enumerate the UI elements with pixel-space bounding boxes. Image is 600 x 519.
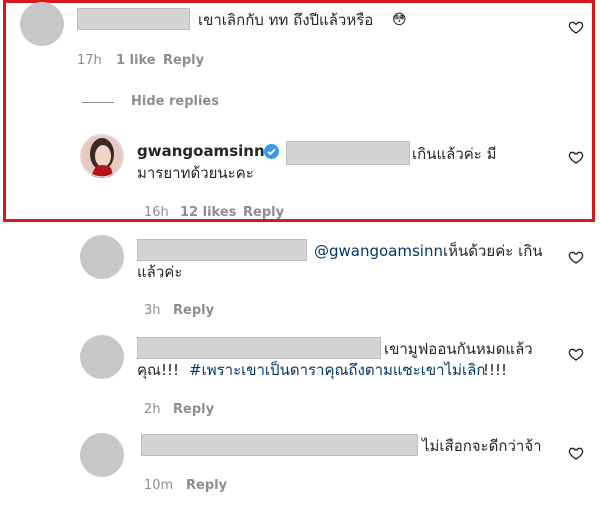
- redacted-username: [286, 141, 410, 165]
- like-count[interactable]: 1 like: [116, 53, 156, 69]
- redacted-username: [137, 239, 307, 261]
- reply-button[interactable]: Reply: [173, 402, 214, 418]
- mention-link[interactable]: @gwangoamsinn: [314, 242, 443, 260]
- heart-icon[interactable]: [568, 346, 584, 362]
- heart-icon[interactable]: [568, 445, 584, 461]
- comment-text-continued: คุณ!!!: [137, 361, 179, 379]
- avatar[interactable]: [80, 433, 124, 477]
- heart-icon[interactable]: [568, 19, 584, 35]
- comment-time: 17h: [77, 53, 102, 68]
- avatar[interactable]: [80, 335, 124, 379]
- verified-badge-icon: [264, 144, 279, 159]
- comment-text-suffix: !!!!: [483, 361, 508, 379]
- avatar[interactable]: [80, 134, 124, 178]
- reply-button[interactable]: Reply: [173, 303, 214, 319]
- avatar[interactable]: [20, 2, 64, 46]
- comment-time: 2h: [144, 402, 161, 417]
- reply-button[interactable]: Reply: [163, 53, 204, 69]
- comment-text: ไม่เสือกจะดีกว่าจ้า: [422, 437, 542, 455]
- redacted-username: [77, 8, 190, 30]
- redacted-username: [137, 337, 381, 359]
- like-count[interactable]: 12 likes: [180, 205, 236, 221]
- comment-text: เขามูฟออนกันหมดแล้ว: [384, 340, 533, 358]
- avatar[interactable]: [80, 235, 124, 279]
- hide-replies-button[interactable]: Hide replies: [131, 94, 219, 110]
- heart-icon[interactable]: [568, 249, 584, 265]
- comment-text: เขาเลิกกับ ทท ถึงปีแล้วหรือ: [198, 11, 374, 29]
- comment-text: เกินแล้วค่ะ มี: [412, 145, 497, 163]
- comment-text-continued: แล้วค่ะ: [137, 263, 183, 281]
- comment-text: เห็นด้วยค่ะ เกิน: [443, 242, 543, 260]
- highlight-box: [3, 0, 595, 222]
- reply-button[interactable]: Reply: [243, 205, 284, 221]
- hashtag-link[interactable]: #เพราะเขาเป็นดาราคุณถึงตามแซะเขาไม่เลิก: [189, 361, 485, 379]
- comment-text-continued: มารยาทด้วยนะคะ: [137, 164, 254, 182]
- comment-time: 16h: [144, 205, 169, 220]
- reply-button[interactable]: Reply: [186, 478, 227, 494]
- comment-time: 10m: [144, 478, 174, 493]
- username[interactable]: gwangoamsinn: [137, 142, 265, 160]
- hide-replies-divider: [82, 102, 114, 103]
- comment-time: 3h: [144, 303, 161, 318]
- heart-icon[interactable]: [568, 149, 584, 165]
- redacted-username: [141, 434, 418, 456]
- emoji: 😳: [392, 12, 407, 28]
